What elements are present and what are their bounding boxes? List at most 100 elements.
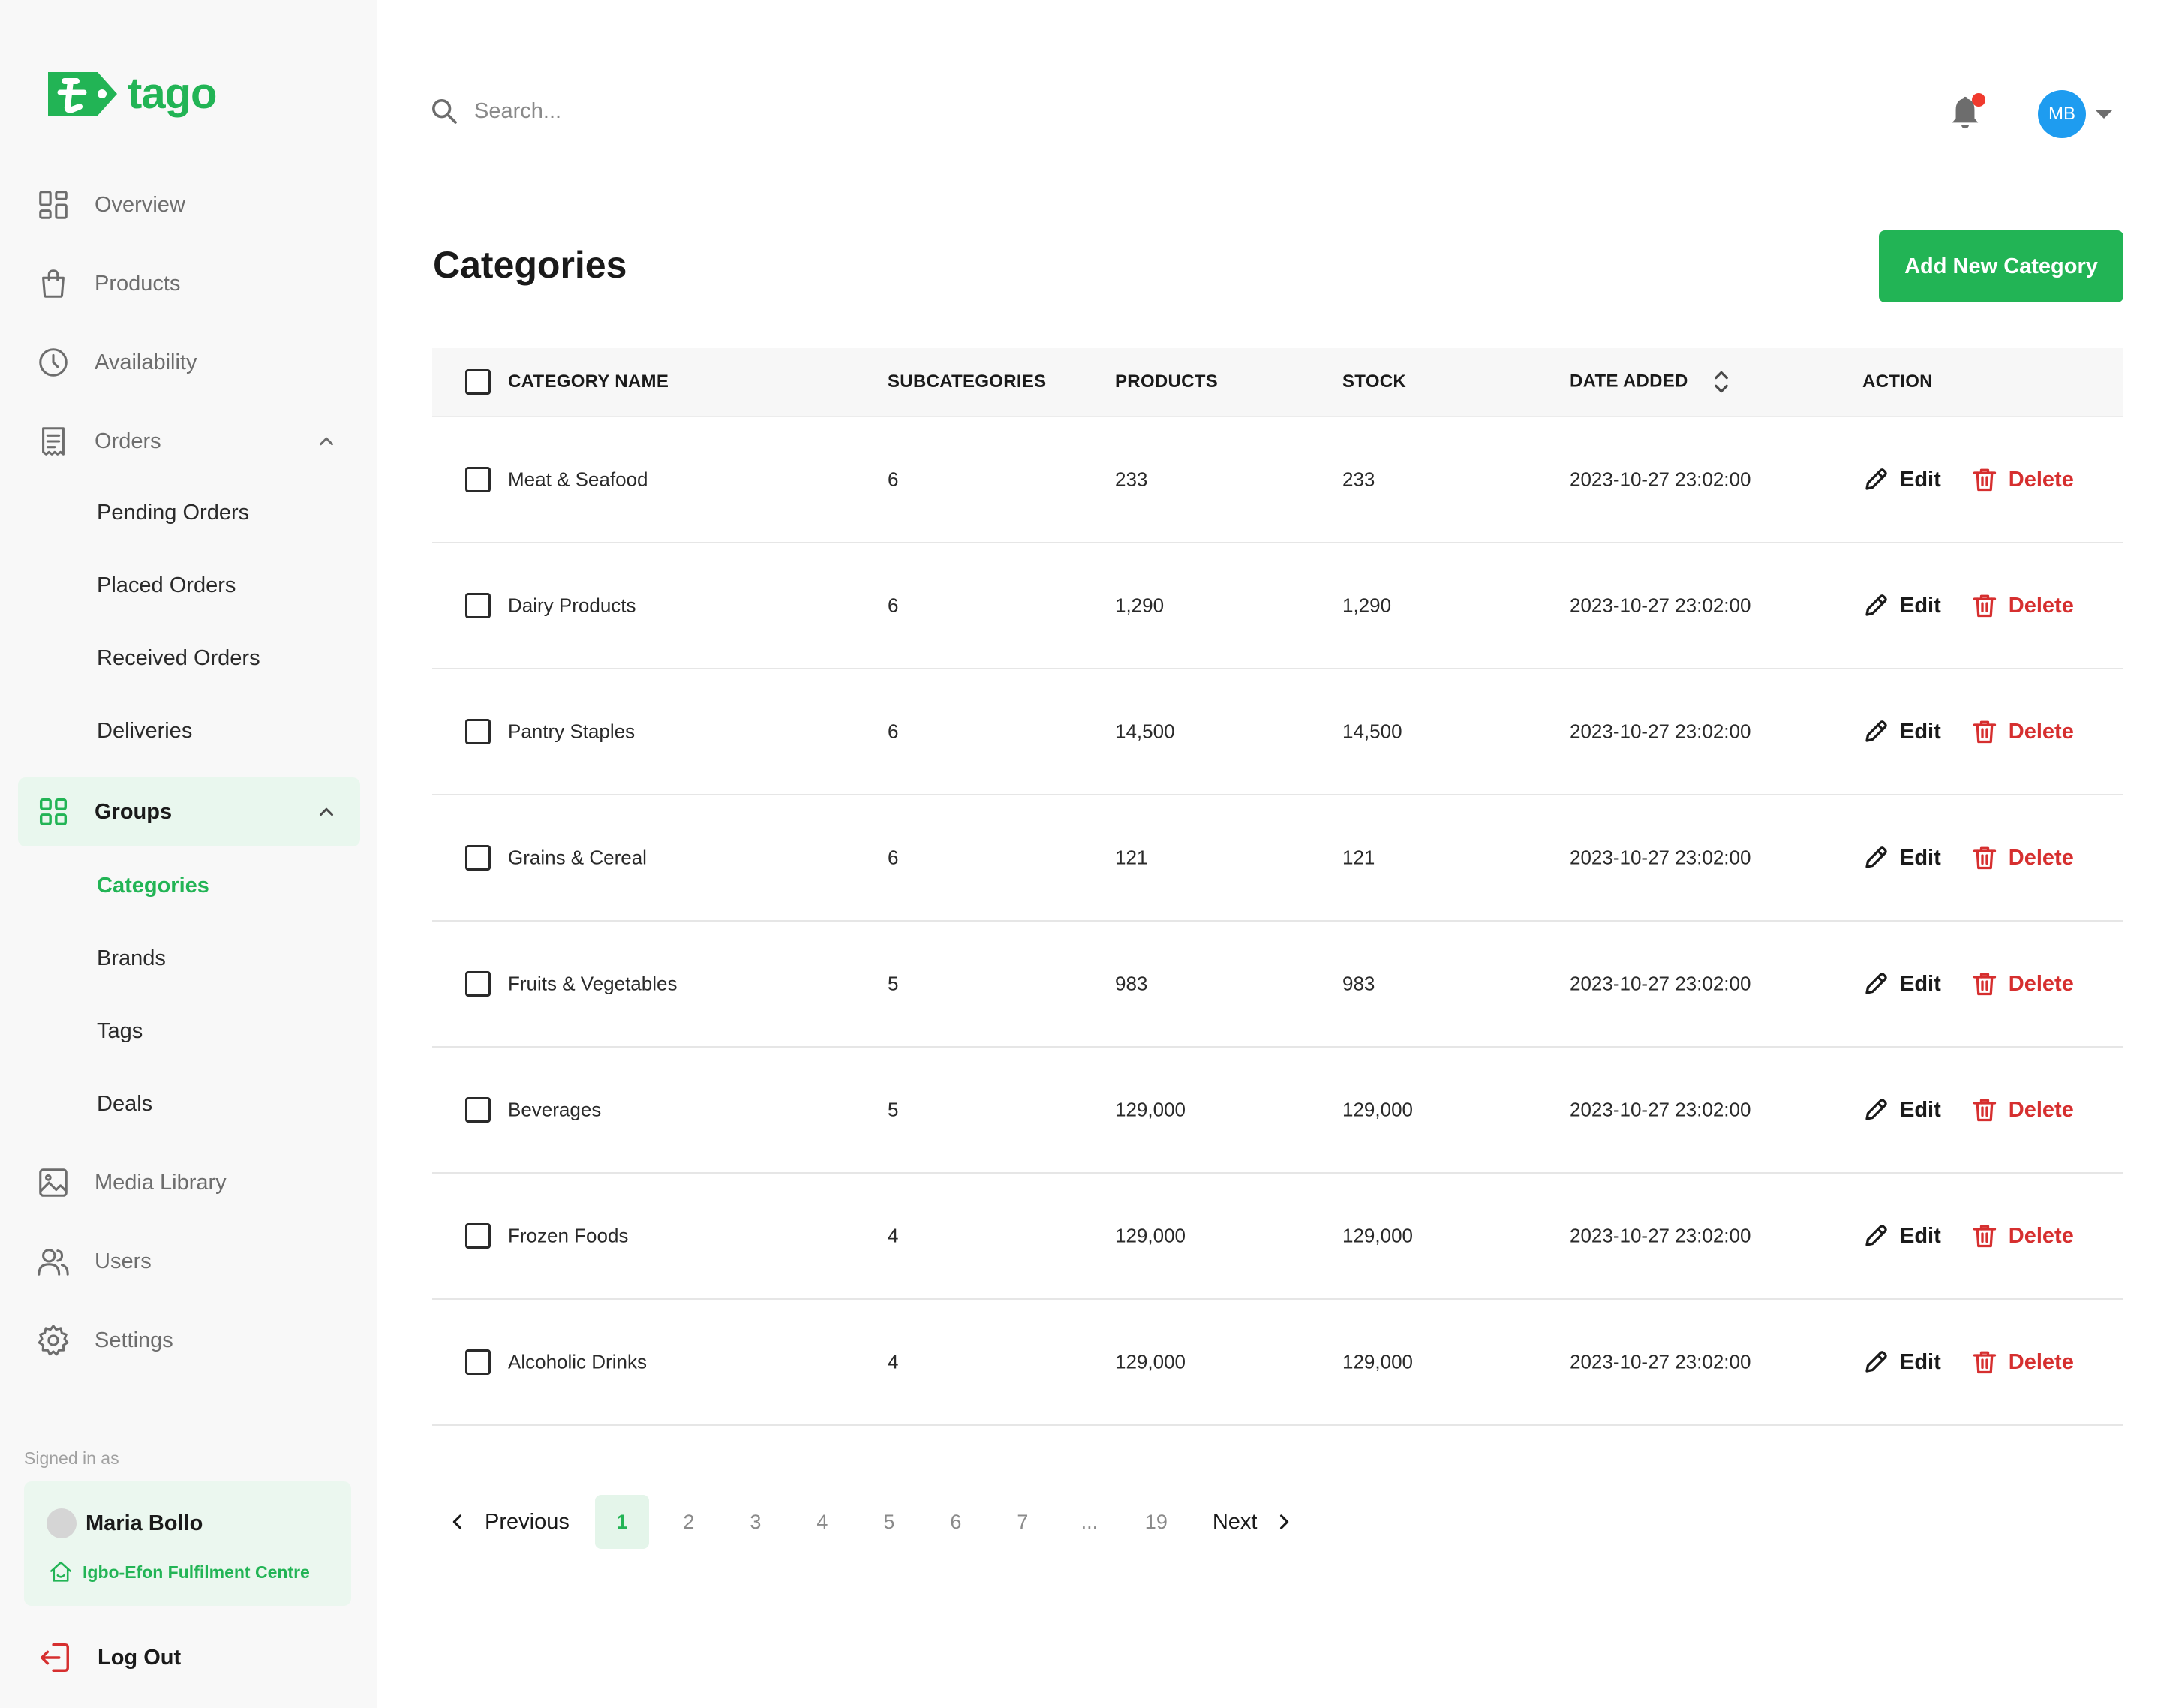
delete-button[interactable]: Delete [1971, 466, 2074, 493]
tago-logo-icon [48, 72, 117, 116]
edit-button[interactable]: Edit [1862, 592, 1941, 619]
row-actions: Edit Delete [1862, 844, 2074, 871]
chevron-up-icon[interactable] [315, 430, 338, 453]
nav-orders[interactable]: Orders [18, 407, 360, 476]
sub-item-deliveries[interactable]: Deliveries [97, 719, 192, 744]
logout-button[interactable]: Log Out [38, 1640, 181, 1675]
sub-item-categories[interactable]: Categories [97, 874, 209, 898]
page-number-button[interactable]: 1 [594, 1495, 649, 1549]
cell-products: 129,000 [1115, 1098, 1186, 1121]
header-date-added[interactable]: DATE ADDED [1570, 368, 1731, 395]
page-number-button[interactable]: 7 [996, 1495, 1050, 1549]
clock-icon [36, 345, 71, 380]
sort-icon[interactable] [1712, 368, 1731, 395]
cell-date-added: 2023-10-27 23:02:00 [1570, 1098, 1751, 1121]
sub-item-deals[interactable]: Deals [97, 1092, 152, 1117]
edit-button[interactable]: Edit [1862, 466, 1941, 493]
row-checkbox[interactable] [465, 1223, 491, 1249]
page-number-button[interactable]: 2 [662, 1495, 716, 1549]
delete-button[interactable]: Delete [1971, 1222, 2074, 1249]
delete-button[interactable]: Delete [1971, 1349, 2074, 1376]
trash-icon [1973, 973, 1996, 996]
row-checkbox[interactable] [465, 971, 491, 997]
cell-products: 129,000 [1115, 1350, 1186, 1373]
cell-subcategories: 4 [888, 1224, 899, 1247]
nav-overview[interactable]: Overview [18, 170, 360, 239]
edit-button[interactable]: Edit [1862, 1222, 1941, 1249]
nav-label: Availability [95, 350, 197, 374]
delete-button[interactable]: Delete [1971, 592, 2074, 619]
page-number-button[interactable]: 6 [929, 1495, 983, 1549]
pencil-icon [1865, 1225, 1887, 1246]
sub-item-brands[interactable]: Brands [97, 946, 166, 971]
cell-products: 121 [1115, 846, 1148, 869]
nav-availability[interactable]: Availability [18, 328, 360, 397]
nav-products[interactable]: Products [18, 249, 360, 318]
page-number-button[interactable]: 4 [795, 1495, 849, 1549]
page-number-button[interactable]: 19 [1129, 1495, 1183, 1549]
notification-badge [1972, 93, 1985, 107]
row-checkbox[interactable] [465, 467, 491, 492]
sub-item-received-orders[interactable]: Received Orders [97, 646, 260, 671]
fulfilment-centre: Igbo-Efon Fulfilment Centre [48, 1559, 310, 1585]
trash-icon [1973, 468, 1996, 492]
row-checkbox[interactable] [465, 1097, 491, 1123]
grid-icon [36, 795, 71, 829]
sub-item-placed-orders[interactable]: Placed Orders [97, 573, 236, 598]
trash-icon [1973, 846, 1996, 870]
edit-label: Edit [1900, 467, 1941, 492]
edit-label: Edit [1900, 593, 1941, 618]
nav-label: Overview [95, 192, 185, 217]
next-page-button[interactable]: Next [1213, 1510, 1295, 1535]
nav-media-library[interactable]: Media Library [18, 1148, 360, 1217]
signed-in-label: Signed in as [24, 1448, 119, 1468]
pencil-icon [1865, 1351, 1887, 1373]
delete-button[interactable]: Delete [1971, 970, 2074, 997]
cell-stock: 14,500 [1342, 720, 1402, 743]
cell-category-name: Grains & Cereal [508, 846, 647, 869]
delete-label: Delete [2008, 593, 2074, 618]
select-all-checkbox[interactable] [465, 369, 491, 395]
table-row: Dairy Products 6 1,290 1,290 2023-10-27 23:0… [432, 543, 2123, 669]
sub-item-pending-orders[interactable]: Pending Orders [97, 501, 249, 525]
add-new-category-button[interactable]: Add New Category [1879, 230, 2123, 302]
cell-date-added: 2023-10-27 23:02:00 [1570, 1350, 1751, 1373]
edit-button[interactable]: Edit [1862, 970, 1941, 997]
profile-menu[interactable]: MB [2038, 90, 2113, 138]
sub-item-tags[interactable]: Tags [97, 1019, 143, 1044]
row-checkbox[interactable] [465, 593, 491, 618]
chevron-up-icon[interactable] [315, 801, 338, 823]
delete-label: Delete [2008, 467, 2074, 492]
brand-logo[interactable]: tago [44, 68, 217, 120]
dashboard-icon [36, 188, 71, 222]
user-avatar: MB [2038, 90, 2086, 138]
nav-users[interactable]: Users [18, 1227, 360, 1296]
edit-button[interactable]: Edit [1862, 718, 1941, 745]
row-checkbox[interactable] [465, 719, 491, 744]
row-checkbox[interactable] [465, 845, 491, 871]
header-subcategories: SUBCATEGORIES [888, 371, 1047, 392]
nav-groups[interactable]: Groups [18, 777, 360, 846]
edit-label: Edit [1900, 845, 1941, 870]
home-icon [50, 1561, 72, 1582]
nav-settings[interactable]: Settings [18, 1306, 360, 1375]
row-actions: Edit Delete [1862, 1222, 2074, 1249]
page-number-button[interactable]: 3 [729, 1495, 783, 1549]
previous-page-button[interactable]: Previous [447, 1510, 570, 1535]
logout-label: Log Out [98, 1645, 182, 1670]
edit-button[interactable]: Edit [1862, 1349, 1941, 1376]
edit-label: Edit [1900, 719, 1941, 744]
notifications-button[interactable] [1948, 93, 1990, 135]
pencil-icon [1865, 468, 1887, 490]
user-card[interactable]: Maria Bollo Igbo-Efon Fulfilment Centre [24, 1481, 351, 1606]
row-checkbox[interactable] [465, 1349, 491, 1375]
delete-button[interactable]: Delete [1971, 718, 2074, 745]
table-row: Beverages 5 129,000 129,000 2023-10-27 23:02… [432, 1048, 2123, 1174]
edit-button[interactable]: Edit [1862, 844, 1941, 871]
row-actions: Edit Delete [1862, 592, 2074, 619]
search-input[interactable] [474, 98, 924, 124]
edit-button[interactable]: Edit [1862, 1096, 1941, 1123]
delete-button[interactable]: Delete [1971, 844, 2074, 871]
delete-button[interactable]: Delete [1971, 1096, 2074, 1123]
page-number-button[interactable]: 5 [862, 1495, 916, 1549]
